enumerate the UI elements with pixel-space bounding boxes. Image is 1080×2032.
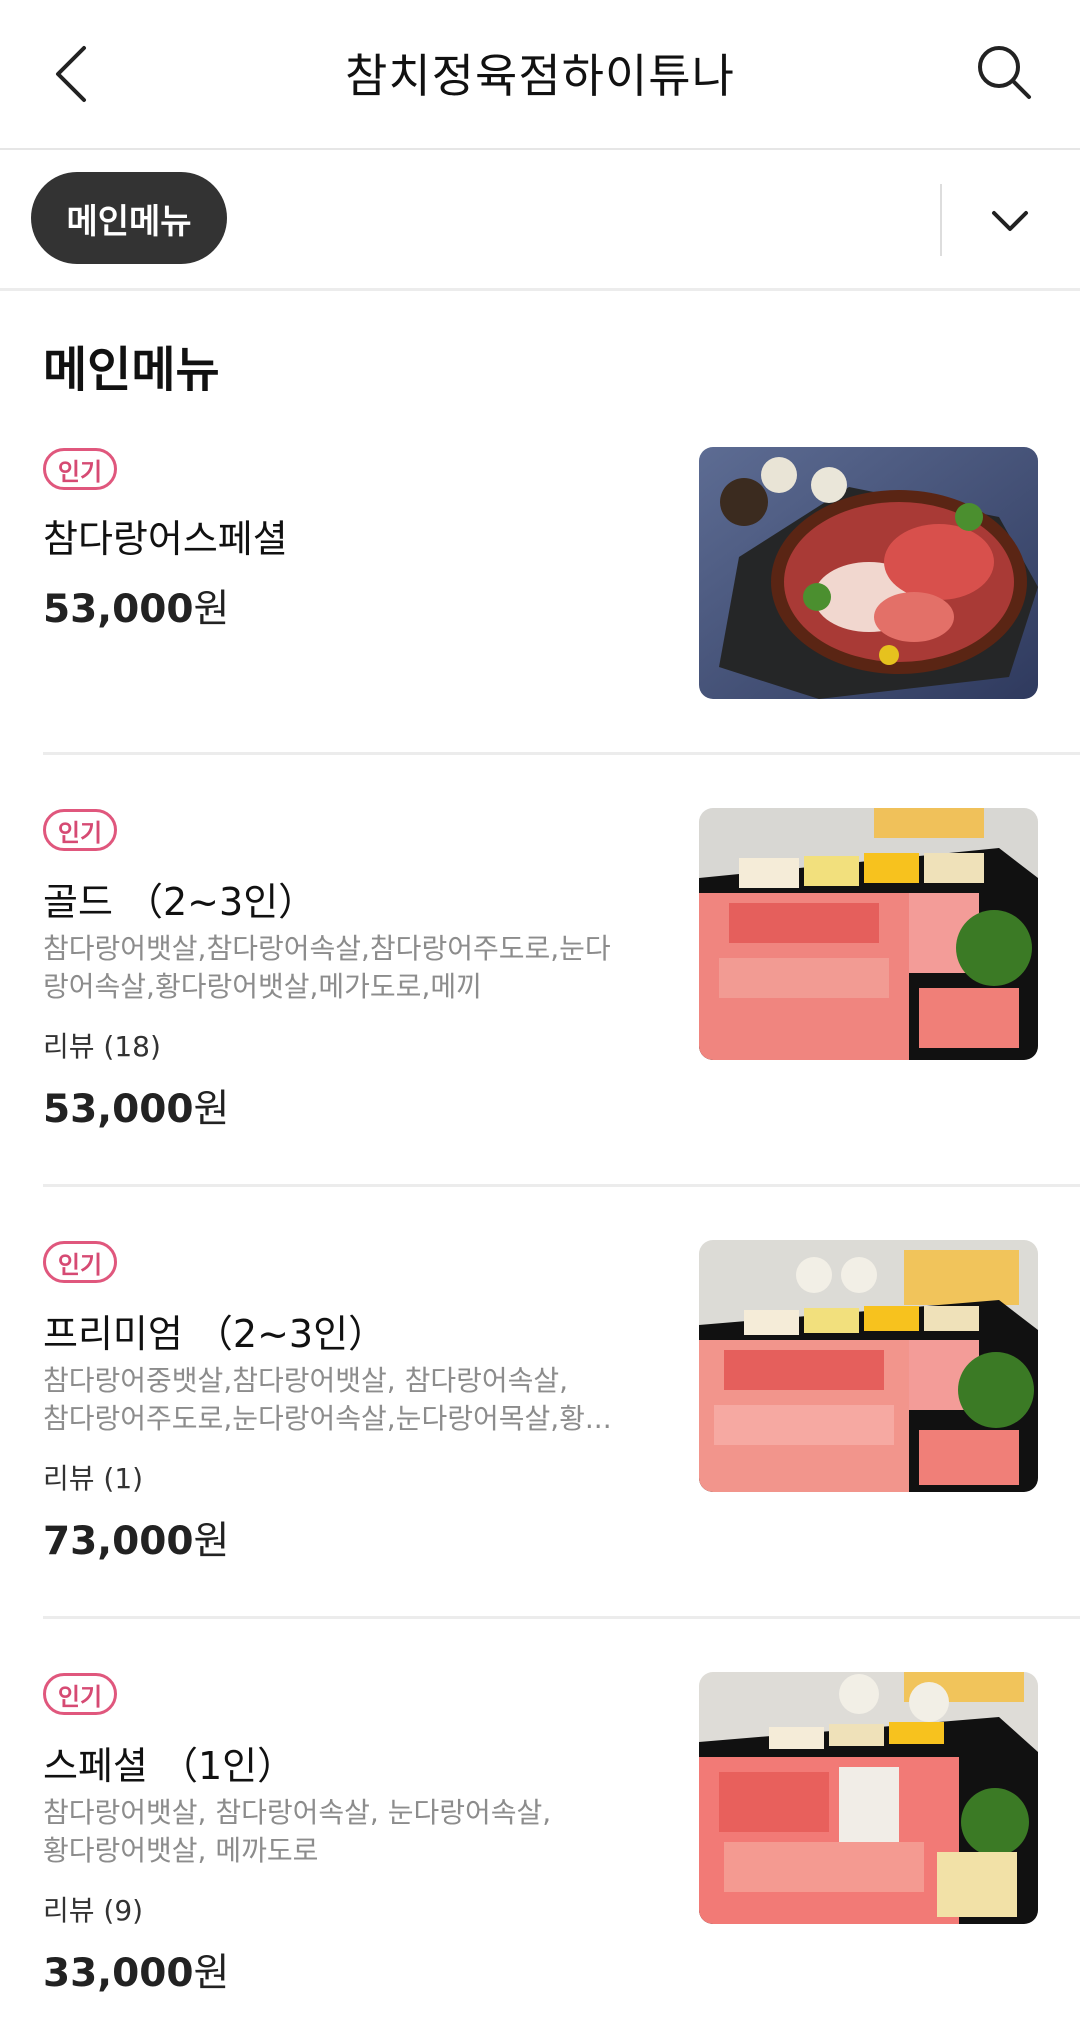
review-count: 리뷰 (18) [43, 1030, 161, 1063]
menu-item-thumbnail [699, 447, 1038, 699]
description-line: 참다랑어뱃살, 참다랑어속살, 눈다랑어속살, [43, 1796, 552, 1829]
menu-item[interactable]: 인기 참다랑어스페셜 53,000원 [0, 440, 1080, 752]
menu-item-price: 53,000원 [43, 578, 229, 634]
popular-badge: 인기 [43, 1673, 117, 1715]
menu-item-description: 참다랑어뱃살,참다랑어속살,참다랑어주도로,눈다 랑어속살,황다랑어뱃살,메가도… [43, 930, 653, 1006]
description-line: 랑어속살,황다랑어뱃살,메가도로,메끼 [43, 970, 482, 1003]
search-icon [978, 46, 1031, 99]
description-line: 참다랑어뱃살,참다랑어속살,참다랑어주도로,눈다 [43, 932, 611, 965]
page-title: 참치정육점하이튜나 [345, 49, 735, 103]
review-count: 리뷰 (9) [43, 1894, 144, 1927]
tuna-platter-photo [699, 447, 1038, 699]
category-bar: 메인메뉴 [0, 150, 1080, 291]
menu-item-price: 53,000원 [43, 1078, 229, 1134]
menu-item[interactable]: 인기 스페셜 （1인） 참다랑어뱃살, 참다랑어속살, 눈다랑어속살, 황다랑어… [0, 1664, 1080, 2032]
category-divider [940, 184, 942, 256]
search-button[interactable] [968, 36, 1040, 108]
menu-item-thumbnail [699, 1672, 1038, 1924]
tuna-box-photo [699, 808, 1038, 1060]
menu-item-price: 33,000원 [43, 1942, 229, 1998]
menu-item-thumbnail [699, 1240, 1038, 1492]
item-divider [43, 752, 1080, 755]
popular-badge: 인기 [43, 448, 117, 490]
menu-item-description: 참다랑어뱃살, 참다랑어속살, 눈다랑어속살, 황다랑어뱃살, 메까도로 [43, 1794, 653, 1870]
description-line: 참다랑어주도로,눈다랑어속살,눈다랑어목살,황... [43, 1402, 612, 1435]
price-number: 53,000 [43, 587, 194, 632]
item-divider [43, 1184, 1080, 1187]
menu-item-name: 스페셜 （1인） [43, 1744, 296, 1788]
chevron-down-icon [992, 211, 1028, 231]
top-app-bar: 참치정육점하이튜나 [0, 0, 1080, 150]
menu-item-description: 참다랑어중뱃살,참다랑어뱃살, 참다랑어속살, 참다랑어주도로,눈다랑어속살,눈… [43, 1362, 653, 1438]
menu-item-name: 골드 （2~3인） [43, 880, 317, 924]
section-title: 메인메뉴 [43, 342, 220, 398]
price-number: 33,000 [43, 1951, 194, 1996]
description-line: 황다랑어뱃살, 메까도로 [43, 1834, 319, 1867]
menu-item-name: 참다랑어스페셜 [43, 517, 288, 561]
popular-badge: 인기 [43, 1241, 117, 1283]
menu-item-thumbnail [699, 808, 1038, 1060]
price-number: 73,000 [43, 1519, 194, 1564]
price-unit: 원 [193, 1519, 230, 1564]
category-expand-button[interactable] [975, 186, 1045, 256]
tuna-box-photo [699, 1240, 1038, 1492]
price-number: 53,000 [43, 1087, 194, 1132]
item-divider [43, 1616, 1080, 1619]
menu-item[interactable]: 인기 골드 （2~3인） 참다랑어뱃살,참다랑어속살,참다랑어주도로,눈다 랑어… [0, 800, 1080, 1184]
popular-badge: 인기 [43, 809, 117, 851]
review-count: 리뷰 (1) [43, 1462, 144, 1495]
menu-item-price: 73,000원 [43, 1510, 229, 1566]
price-unit: 원 [193, 1087, 230, 1132]
price-unit: 원 [193, 1951, 230, 1996]
price-unit: 원 [193, 587, 230, 632]
tuna-box-photo [699, 1672, 1038, 1924]
menu-item[interactable]: 인기 프리미엄 （2~3인） 참다랑어중뱃살,참다랑어뱃살, 참다랑어속살, 참… [0, 1232, 1080, 1616]
category-tab-main-menu[interactable]: 메인메뉴 [31, 172, 227, 264]
description-line: 참다랑어중뱃살,참다랑어뱃살, 참다랑어속살, [43, 1364, 569, 1397]
menu-item-name: 프리미엄 （2~3인） [43, 1312, 387, 1356]
